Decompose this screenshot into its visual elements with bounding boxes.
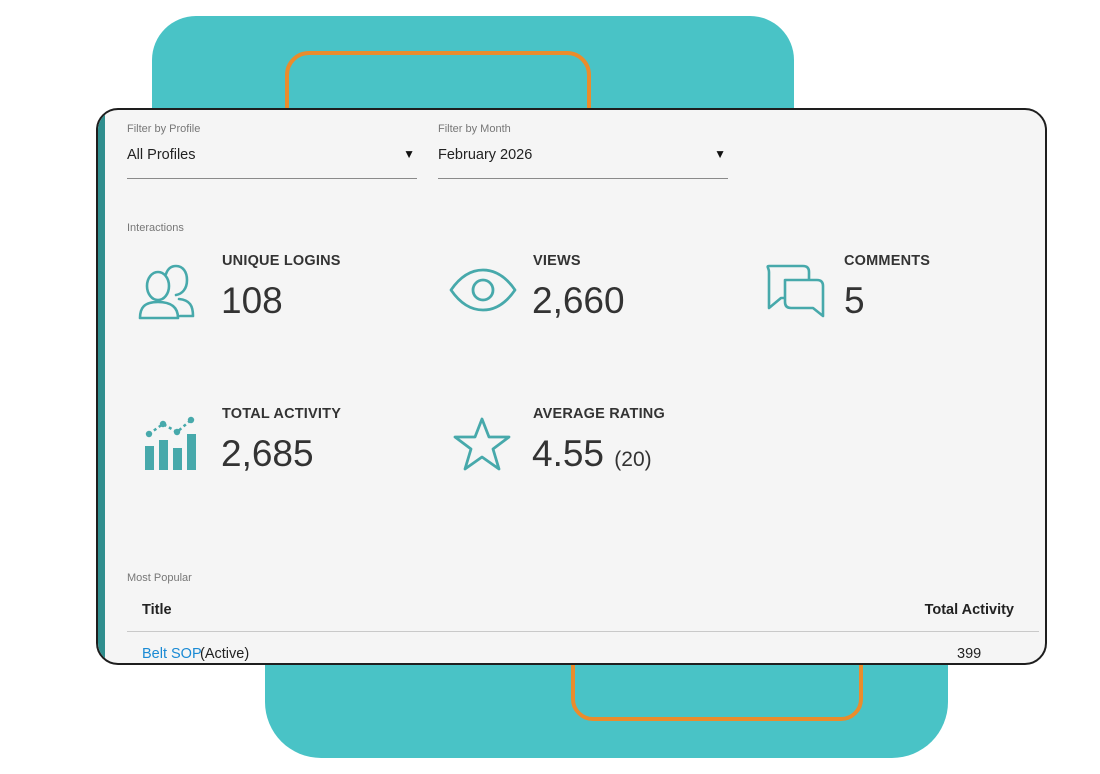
- table-row: Belt SOP (Active) 399: [127, 634, 1039, 663]
- row-title-link[interactable]: Belt SOP: [142, 646, 202, 662]
- unique-logins-title: UNIQUE LOGINS: [222, 253, 341, 269]
- activity-chart-icon: [143, 416, 199, 477]
- views-title: VIEWS: [533, 253, 581, 269]
- unique-logins-value: 108: [221, 280, 283, 321]
- accent-bar: [98, 110, 105, 663]
- profile-filter-label: Filter by Profile: [127, 123, 201, 135]
- views-value: 2,660: [532, 280, 625, 321]
- column-header-total-activity[interactable]: Total Activity: [925, 602, 1014, 618]
- stage: Filter by Profile All Profiles ▼ Filter …: [0, 0, 1100, 774]
- star-icon: [452, 416, 512, 477]
- comments-title: COMMENTS: [844, 253, 931, 269]
- month-filter-label: Filter by Month: [438, 123, 511, 135]
- most-popular-table-header: Title Total Activity: [127, 593, 1039, 632]
- average-rating-value: 4.55: [532, 433, 605, 474]
- users-icon: [138, 262, 202, 327]
- profile-filter-value: All Profiles: [127, 147, 196, 163]
- row-status: (Active): [200, 646, 250, 662]
- row-total-activity: 399: [957, 646, 982, 662]
- total-activity-value: 2,685: [221, 433, 314, 474]
- comments-value: 5: [844, 280, 865, 321]
- profile-dropdown-arrow-icon[interactable]: ▼: [403, 147, 415, 161]
- profile-filter-select[interactable]: Filter by Profile All Profiles ▼: [127, 120, 417, 179]
- average-rating-value-group: 4.55 (20): [532, 433, 652, 475]
- month-filter-value: February 2026: [438, 147, 533, 163]
- average-rating-count: (20): [614, 448, 652, 471]
- interactions-section-label: Interactions: [127, 222, 184, 234]
- month-dropdown-arrow-icon[interactable]: ▼: [714, 147, 726, 161]
- eye-icon: [448, 268, 518, 317]
- total-activity-title: TOTAL ACTIVITY: [222, 406, 342, 422]
- average-rating-title: AVERAGE RATING: [533, 406, 665, 422]
- dashboard-card: Filter by Profile All Profiles ▼ Filter …: [96, 108, 1047, 665]
- most-popular-section-label: Most Popular: [127, 572, 192, 584]
- comments-icon: [763, 262, 827, 327]
- month-filter-select[interactable]: Filter by Month February 2026 ▼: [438, 120, 728, 179]
- column-header-title[interactable]: Title: [142, 602, 172, 618]
